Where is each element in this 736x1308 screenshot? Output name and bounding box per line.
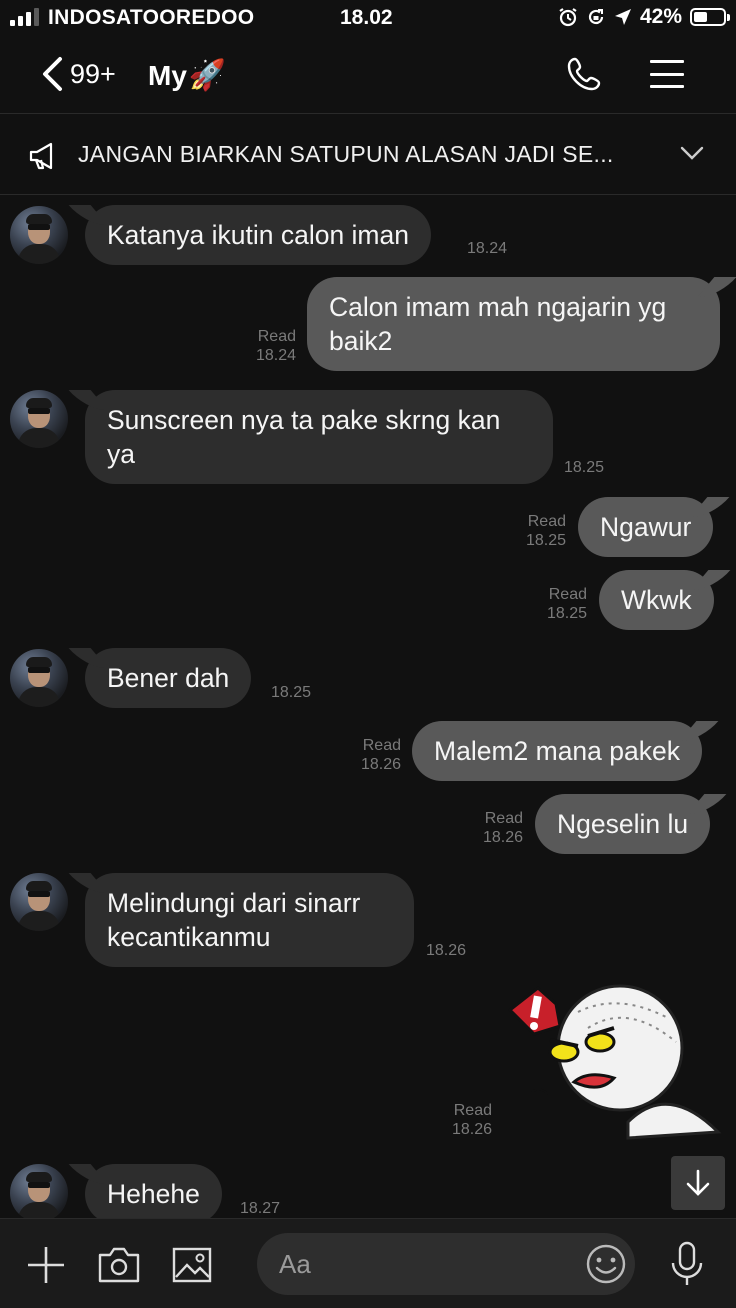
status-time: 18.02 (340, 6, 393, 29)
message-time: 18.25 (546, 605, 587, 622)
avatar[interactable] (10, 1164, 68, 1218)
chat-title[interactable]: My 🚀 (148, 58, 226, 93)
message-input-bar (0, 1218, 736, 1308)
message-time: 18.26 (360, 756, 401, 773)
message-bubble-outgoing[interactable]: Calon imam mah ngajarin yg baik2 (307, 277, 720, 371)
avatar[interactable] (10, 873, 68, 931)
message-time: 18.25 (564, 459, 605, 476)
message-meta: Read 18.25 (523, 585, 587, 623)
back-chevron-icon (43, 57, 62, 91)
message-time: 18.26 (451, 1121, 492, 1138)
message-time: 18.26 (482, 829, 523, 846)
phone-icon (567, 57, 601, 91)
message-bubble-outgoing[interactable]: Malem2 mana pakek (412, 721, 702, 781)
location-arrow-icon (614, 9, 631, 25)
message-time: 18.26 (426, 942, 467, 959)
chat-name: My (148, 59, 187, 91)
message-time: 18.27 (240, 1200, 281, 1217)
message-meta: Read 18.26 (428, 1101, 492, 1139)
message-time: 18.25 (271, 684, 312, 701)
message-bubble-incoming[interactable]: Sunscreen nya ta pake skrng kan ya (85, 390, 553, 484)
rocket-emoji: 🚀 (188, 59, 227, 92)
message-text-field[interactable] (257, 1233, 635, 1295)
chevron-down-icon[interactable] (680, 145, 704, 161)
message-bubble-outgoing[interactable]: Ngawur (578, 497, 714, 557)
message-time: 18.25 (525, 532, 566, 549)
menu-icon (650, 60, 684, 63)
avatar[interactable] (10, 649, 68, 707)
read-receipt: Read (527, 513, 566, 530)
chat-header: 99+ My 🚀 (0, 36, 736, 114)
message-time: 18.24 (255, 347, 296, 364)
announcement-bar[interactable]: JANGAN BIARKAN SATUPUN ALASAN JADI SE... (0, 115, 736, 195)
back-button[interactable]: 99+ (40, 56, 116, 92)
read-receipt: Read (548, 586, 587, 603)
message-list[interactable]: Katanya ikutin calon iman 18.24 Read 18.… (0, 196, 736, 1218)
message-bubble-outgoing[interactable]: Wkwk (599, 570, 714, 630)
menu-button[interactable] (650, 60, 684, 88)
message-meta: Read 18.26 (337, 736, 401, 774)
microphone-icon[interactable] (670, 1241, 704, 1287)
read-receipt: Read (362, 737, 401, 754)
message-bubble-incoming[interactable]: Melindungi dari sinarr kecantikanmu (85, 873, 414, 967)
camera-icon[interactable] (98, 1247, 140, 1283)
announcement-text: JANGAN BIARKAN SATUPUN ALASAN JADI SE... (78, 141, 614, 167)
carrier-name: INDOSATOOREDOO (48, 6, 255, 29)
message-bubble-incoming[interactable]: Katanya ikutin calon iman (85, 205, 431, 265)
message-bubble-incoming[interactable]: Hehehe (85, 1164, 222, 1218)
avatar[interactable] (10, 206, 68, 264)
battery-icon (690, 8, 730, 26)
message-bubble-outgoing[interactable]: Ngeselin lu (535, 794, 711, 854)
message-bubble-incoming[interactable]: Bener dah (85, 648, 252, 708)
message-time: 18.24 (467, 240, 508, 257)
arrow-down-icon (686, 1169, 710, 1196)
alarm-icon (559, 8, 577, 27)
message-input[interactable] (279, 1247, 569, 1281)
scroll-to-bottom-button[interactable] (671, 1156, 725, 1210)
read-receipt: Read (257, 328, 296, 345)
status-bar: INDOSATOOREDOO 18.02 42% (0, 0, 736, 36)
message-meta: Read 18.24 (232, 327, 296, 365)
avatar[interactable] (10, 390, 68, 448)
image-icon[interactable] (172, 1247, 212, 1283)
unread-count: 99+ (70, 58, 116, 89)
battery-percent: 42% (639, 5, 682, 28)
signal-icon (10, 6, 39, 26)
emoji-icon[interactable] (585, 1243, 627, 1285)
call-button[interactable] (566, 56, 602, 97)
message-meta: Read 18.25 (502, 512, 566, 550)
rotation-lock-icon (588, 9, 604, 25)
read-receipt: Read (484, 810, 523, 827)
message-meta: Read 18.26 (459, 809, 523, 847)
plus-icon[interactable] (26, 1245, 66, 1285)
read-receipt: Read (453, 1102, 492, 1119)
angry-face-sticker[interactable] (508, 982, 728, 1140)
megaphone-icon (29, 142, 53, 170)
